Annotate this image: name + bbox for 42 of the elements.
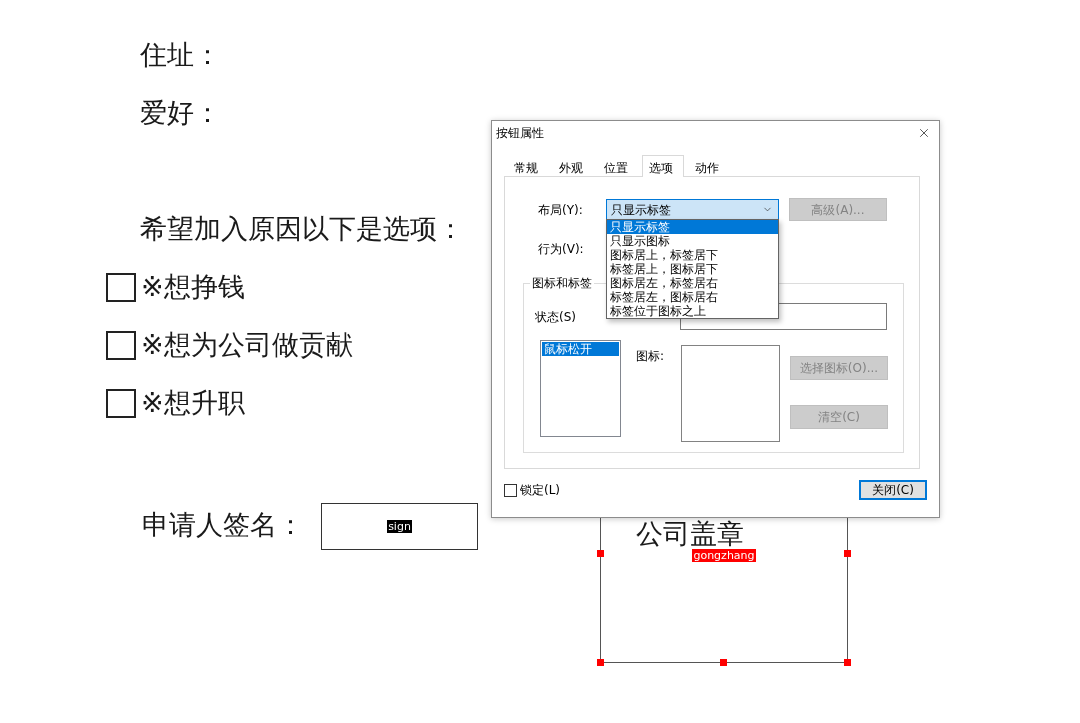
- field-label: 布局(Y):: [538, 202, 583, 217]
- tab[interactable]: 外观: [552, 159, 593, 176]
- dropdown-option[interactable]: 图标居左，标签居右: [607, 276, 778, 290]
- question-text: 希望加入原因以下是选项：: [140, 213, 464, 245]
- dropdown-option[interactable]: 标签位于图标之上: [607, 304, 778, 318]
- signature-field[interactable]: sign: [321, 503, 478, 550]
- group-title: 图标和标签: [530, 276, 594, 291]
- form-label: 住址：: [140, 39, 221, 71]
- close-dialog-button[interactable]: 关闭(C): [859, 480, 927, 500]
- resize-handle-icon[interactable]: [844, 550, 851, 557]
- checkbox[interactable]: [106, 330, 136, 360]
- layout-dropdown[interactable]: 只显示标签: [606, 199, 779, 220]
- dropdown-option[interactable]: 只显示标签: [607, 220, 778, 234]
- tab[interactable]: 常规: [507, 159, 548, 176]
- dropdown-option[interactable]: 图标居上，标签居下: [607, 248, 778, 262]
- resize-handle-icon[interactable]: [597, 550, 604, 557]
- option-label: ※想升职: [141, 387, 245, 419]
- dropdown-option[interactable]: 标签居上，图标居下: [607, 262, 778, 276]
- resize-handle-icon[interactable]: [844, 659, 851, 666]
- field-label: 行为(V):: [538, 242, 584, 256]
- tab[interactable]: 位置: [597, 159, 638, 176]
- option-label: ※想为公司做贡献: [141, 329, 353, 361]
- dialog-title: 按钮属性: [496, 125, 544, 140]
- checkbox-label: 锁定(L): [520, 483, 561, 497]
- form-label: 爱好：: [140, 97, 221, 129]
- tab[interactable]: 选项: [642, 155, 684, 177]
- list-item[interactable]: 鼠标松开: [542, 342, 619, 356]
- tab[interactable]: 动作: [688, 159, 729, 176]
- form-label: 申请人签名：: [142, 509, 304, 540]
- checkbox[interactable]: [106, 272, 136, 302]
- option-label: ※想挣钱: [141, 271, 245, 303]
- stamp-label: 公司盖章: [636, 520, 744, 548]
- field-label: 状态(S): [535, 309, 576, 324]
- resize-handle-icon[interactable]: [597, 659, 604, 666]
- field-name-tag: sign: [387, 520, 412, 533]
- field-label: 图标:: [636, 349, 665, 363]
- dropdown-option[interactable]: 标签居左，图标居右: [607, 290, 778, 304]
- dropdown-option[interactable]: 只显示图标: [607, 234, 778, 248]
- checkbox[interactable]: [106, 388, 136, 418]
- resize-handle-icon[interactable]: [720, 659, 727, 666]
- field-name-tag: gongzhang: [692, 549, 756, 562]
- checkbox[interactable]: [504, 483, 517, 497]
